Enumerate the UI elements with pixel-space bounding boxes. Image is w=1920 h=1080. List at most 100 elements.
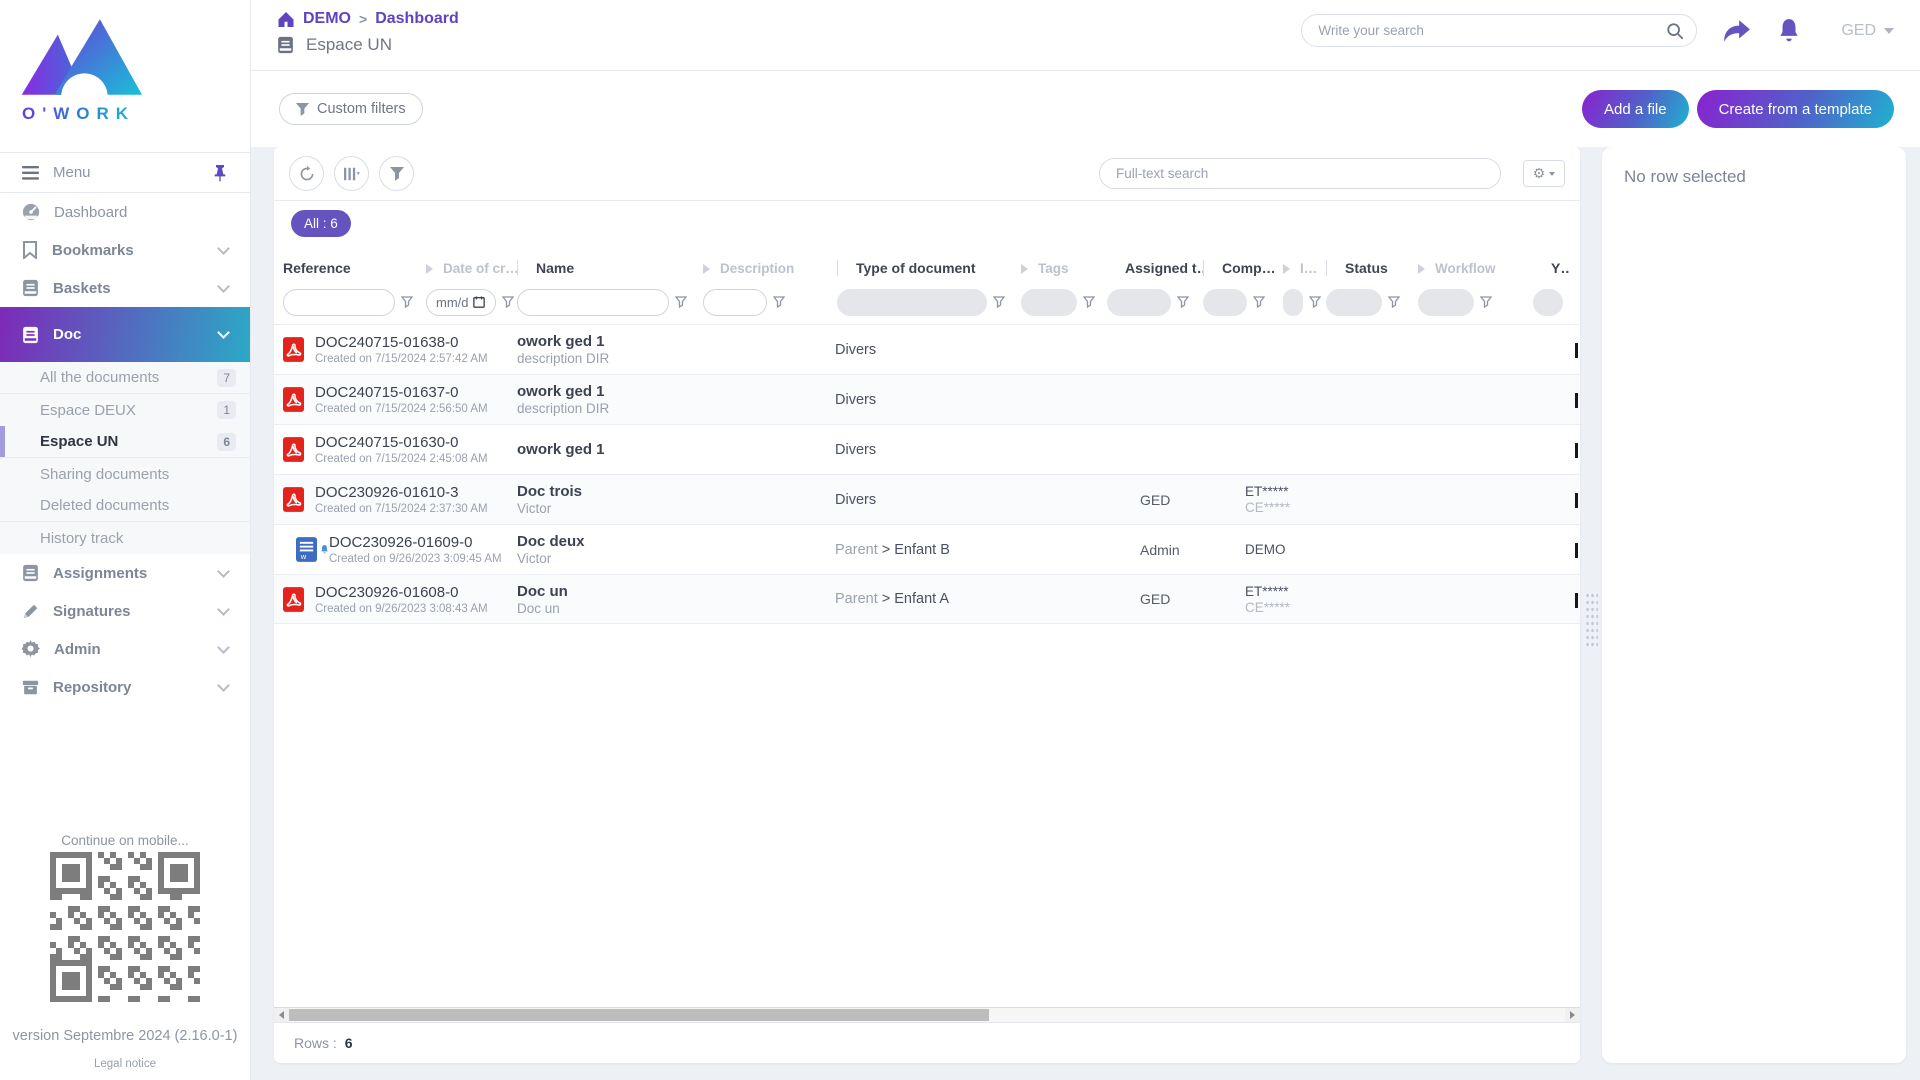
column-header-tags[interactable]: Tags (1021, 261, 1107, 276)
sidebar-item-assignments[interactable]: Assignments (0, 554, 250, 592)
search-icon[interactable] (1666, 22, 1684, 40)
document-reference[interactable]: DOC230926-01609-0 (329, 534, 517, 551)
panel-resize-handle[interactable] (1585, 592, 1598, 650)
filter-funnel-icon[interactable] (1388, 296, 1400, 308)
global-search[interactable] (1301, 14, 1697, 47)
sidebar-item-bookmarks[interactable]: Bookmarks (0, 231, 250, 269)
filter-funnel-icon[interactable] (1480, 296, 1492, 308)
document-description: Doc un (517, 601, 835, 616)
column-label: Status (1345, 260, 1388, 276)
table-empty-space (274, 624, 1580, 1007)
column-header-y[interactable]: Y… (1533, 260, 1569, 276)
custom-filters-button[interactable]: Custom filters (279, 93, 423, 125)
document-reference[interactable]: DOC230926-01608-0 (315, 584, 517, 601)
column-header-status[interactable]: Status (1326, 260, 1418, 276)
filter-funnel-icon[interactable] (1177, 296, 1189, 308)
company-filter-input (1213, 295, 1237, 310)
table-row[interactable]: w DOC230926-01608-0 Created on 9/26/2023… (274, 574, 1580, 624)
filter-funnel-icon[interactable] (502, 296, 514, 308)
type-value: Divers (835, 392, 876, 408)
table-row[interactable]: w DOC240715-01637-0 Created on 7/15/2024… (274, 374, 1580, 424)
sidebar-item-espace-deux[interactable]: Espace DEUX 1 (0, 394, 250, 426)
column-label: Name (536, 260, 574, 276)
table-row[interactable]: w DOC240715-01630-0 Created on 7/15/2024… (274, 424, 1580, 474)
filter-button[interactable] (379, 156, 414, 191)
type-cell: Divers (835, 392, 1140, 408)
sidebar-item-repository[interactable]: Repository (0, 668, 250, 706)
hamburger-icon[interactable] (22, 166, 39, 180)
table-row[interactable]: w DOC230926-01609-0 Created on 9/26/2023… (274, 524, 1580, 574)
fulltext-search-input[interactable] (1116, 166, 1484, 181)
sidebar-item-label: Admin (54, 641, 205, 658)
breadcrumb-current[interactable]: Dashboard (375, 10, 459, 28)
document-reference[interactable]: DOC240715-01638-0 (315, 334, 517, 351)
table-settings-button[interactable]: ⚙ (1523, 160, 1565, 187)
scrollbar-track[interactable] (289, 1008, 1565, 1022)
document-reference[interactable]: DOC240715-01630-0 (315, 434, 517, 451)
filter-funnel-icon[interactable] (993, 296, 1005, 308)
column-header-comp[interactable]: Comp… (1203, 260, 1283, 276)
refresh-button[interactable] (289, 156, 324, 191)
create-from-template-button[interactable]: Create from a template (1697, 90, 1894, 128)
column-header-assigned-t[interactable]: Assigned t… (1107, 260, 1203, 276)
sidebar-item-espace-un[interactable]: Espace UN 6 (0, 426, 250, 458)
profile-menu[interactable]: GED (1841, 22, 1894, 40)
date-filter[interactable]: mm/d (426, 289, 496, 316)
row-icon-cell: w (283, 337, 315, 362)
filter-funnel-icon[interactable] (401, 296, 413, 308)
filter-cell-y (1533, 289, 1569, 316)
word-file-icon: w (296, 537, 317, 562)
column-header-name[interactable]: Name (517, 260, 703, 276)
column-header-description[interactable]: Description (703, 261, 837, 276)
column-header-workflow[interactable]: Workflow (1418, 261, 1533, 276)
filter-funnel-icon[interactable] (1083, 296, 1095, 308)
filter-funnel-icon[interactable] (1309, 296, 1321, 308)
sidebar-item-baskets[interactable]: Baskets (0, 269, 250, 307)
created-date: Created on 9/26/2023 3:08:43 AM (315, 603, 517, 615)
sidebar-item-signatures[interactable]: Signatures (0, 592, 250, 630)
sidebar-item-sharing-documents[interactable]: Sharing documents (0, 458, 250, 490)
column-header-date-of-cr[interactable]: Date of cr… (426, 261, 517, 276)
column-header-i[interactable]: I… (1283, 261, 1326, 276)
sort-arrow-icon (1418, 264, 1425, 274)
breadcrumb-root[interactable]: DEMO (303, 10, 351, 28)
reference-filter-input[interactable] (293, 295, 385, 310)
all-count-chip[interactable]: All : 6 (291, 210, 351, 237)
pin-icon[interactable] (212, 164, 228, 182)
name-filter-input[interactable] (527, 295, 659, 310)
scrollbar-thumb[interactable] (289, 1009, 989, 1021)
scroll-left-button[interactable] (274, 1008, 289, 1022)
bell-icon[interactable] (1777, 18, 1801, 44)
column-header-type-of-document[interactable]: Type of document (837, 260, 1021, 276)
menu-toggle-row[interactable]: Menu (0, 152, 250, 193)
chevron-down-icon (217, 280, 230, 293)
reference-cell: DOC230926-01609-0 Created on 9/26/2023 3… (329, 534, 517, 565)
legal-notice-link[interactable]: Legal notice (0, 1058, 250, 1070)
sidebar-item-admin[interactable]: Admin (0, 630, 250, 668)
column-header-reference[interactable]: Reference (283, 260, 426, 276)
scroll-right-button[interactable] (1565, 1008, 1580, 1022)
home-icon[interactable] (277, 11, 295, 28)
company-main: ET***** (1245, 484, 1580, 499)
sidebar-item-doc[interactable]: Doc (0, 307, 250, 362)
filter-funnel-icon[interactable] (675, 296, 687, 308)
columns-button[interactable] (334, 156, 369, 191)
add-file-button[interactable]: Add a file (1582, 90, 1689, 128)
document-reference[interactable]: DOC240715-01637-0 (315, 384, 517, 401)
table-row[interactable]: w DOC230926-01610-3 Created on 7/15/2024… (274, 474, 1580, 524)
sidebar-item-all-the-documents[interactable]: All the documents 7 (0, 362, 250, 394)
filter-funnel-icon[interactable] (773, 296, 785, 308)
global-search-input[interactable] (1318, 23, 1666, 38)
sidebar-item-deleted-documents[interactable]: Deleted documents (0, 490, 250, 522)
sidebar-item-history-track[interactable]: History track (0, 522, 250, 554)
horizontal-scrollbar[interactable] (274, 1007, 1580, 1022)
sort-arrow-icon (1283, 264, 1290, 274)
fulltext-search[interactable] (1099, 158, 1501, 189)
sidebar-item-dashboard[interactable]: Dashboard (0, 193, 250, 231)
filter-funnel-icon[interactable] (1253, 296, 1265, 308)
brand-logo[interactable]: O'WORK (0, 0, 250, 152)
share-icon[interactable] (1723, 19, 1751, 43)
description-filter-input[interactable] (713, 295, 757, 310)
table-row[interactable]: w DOC240715-01638-0 Created on 7/15/2024… (274, 324, 1580, 374)
document-reference[interactable]: DOC230926-01610-3 (315, 484, 517, 501)
